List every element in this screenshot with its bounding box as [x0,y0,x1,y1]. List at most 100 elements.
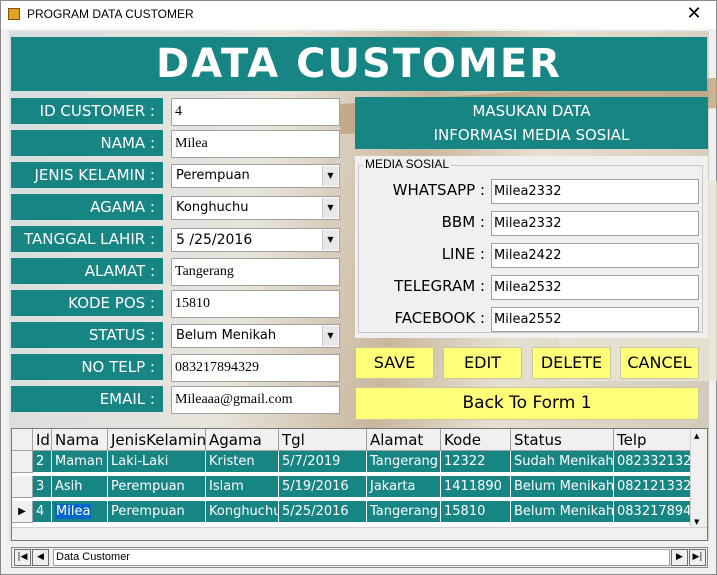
last-record-icon[interactable]: ▶| [689,549,706,566]
table-cell[interactable]: Jakarta [367,476,441,498]
alamat-input[interactable]: Tangerang [171,258,340,286]
column-header[interactable]: Kode [441,429,511,451]
table-cell[interactable]: Perempuan [108,501,206,523]
agama-value: Konghuchu [176,200,249,215]
table-cell[interactable]: 0821213321 [614,476,691,498]
tanggal-lahir-label: TANGGAL LAHIR : [11,226,163,252]
vertical-scrollbar[interactable]: ▲ ▼ [690,429,707,529]
table-cell[interactable]: 4 [33,501,52,523]
column-header[interactable]: Telp [614,429,691,451]
table-cell[interactable]: Asih [52,476,108,498]
selected-text[interactable]: Milea [55,504,92,519]
program-window: PROGRAM DATA CUSTOMER ✕ DATA CUSTOMER ID… [0,0,717,575]
save-button[interactable]: SAVE [355,347,434,379]
table-cell[interactable]: 5/7/2019 [279,451,367,473]
cancel-button[interactable]: CANCEL [620,347,699,379]
email-label: EMAIL : [11,386,163,412]
row-selector[interactable] [12,451,33,473]
line-input[interactable]: Milea2422 [491,243,699,268]
bbm-label: BBM : [441,213,485,231]
agama-select[interactable]: Konghuchu ▼ [171,196,340,220]
table-cell[interactable]: Tangerang [367,451,441,473]
email-input[interactable]: Mileaaa@gmail.com [171,386,340,414]
chevron-down-icon[interactable]: ▼ [322,198,338,218]
delete-button[interactable]: DELETE [532,347,611,379]
table-cell[interactable]: Belum Menikah [511,476,614,498]
chevron-down-icon[interactable]: ▼ [322,326,338,346]
table-cell[interactable]: 15810 [441,501,511,523]
table-cell[interactable]: 3 [33,476,52,498]
table-cell[interactable]: Laki-Laki [108,451,206,473]
edit-button[interactable]: EDIT [443,347,522,379]
no-telp-input[interactable]: 083217894329 [171,354,340,382]
table-cell[interactable]: Maman [52,451,108,473]
column-header[interactable]: Agama [206,429,279,451]
scroll-down-icon[interactable]: ▼ [694,518,699,526]
table-cell[interactable]: 083217894 [614,501,691,523]
table-cell[interactable]: Sudah Menikah [511,451,614,473]
status-select[interactable]: Belum Menikah ▼ [171,324,340,348]
close-icon[interactable]: ✕ [682,3,706,24]
table-cell-selected[interactable]: Milea [52,501,108,523]
horizontal-scrollbar[interactable] [12,527,707,540]
chevron-down-icon[interactable]: ▼ [322,230,338,250]
previous-record-icon[interactable]: ◀ [32,549,49,566]
status-label: STATUS : [11,322,163,348]
table-cell[interactable]: Belum Menikah [511,501,614,523]
table-cell[interactable]: 5/25/2016 [279,501,367,523]
table-cell[interactable]: Islam [206,476,279,498]
nama-input[interactable]: Milea [171,130,340,158]
telegram-input[interactable]: Milea2532 [491,275,699,300]
title-bar: PROGRAM DATA CUSTOMER ✕ [1,1,716,29]
no-telp-label: NO TELP : [11,354,163,380]
telegram-label: TELEGRAM : [394,277,485,295]
current-row-marker[interactable]: ▶ [12,501,33,523]
tanggal-lahir-value: 5 /25/2016 [176,232,253,248]
table-cell[interactable]: 5/19/2016 [279,476,367,498]
info-line-1: MASUKAN DATA [472,102,591,120]
kode-pos-input[interactable]: 15810 [171,290,340,318]
frame-legend: MEDIA SOSIAL [363,157,452,171]
column-header[interactable]: Nama [52,429,108,451]
data-navigator: |◀ ◀ Data Customer ▶ ▶| [11,547,708,568]
customer-data-grid[interactable]: Id Nama JenisKelamin Agama Tgl Alamat Ko… [11,428,708,541]
page-title: DATA CUSTOMER [11,37,707,91]
id-customer-input[interactable]: 4 [171,98,340,126]
status-value: Belum Menikah [176,328,277,343]
info-line-2: INFORMASI MEDIA SOSIAL [433,126,630,144]
kode-pos-label: KODE POS : [11,290,163,316]
app-icon [8,8,20,20]
next-record-icon[interactable]: ▶ [671,549,688,566]
table-cell[interactable]: Tangerang [367,501,441,523]
scroll-up-icon[interactable]: ▲ [694,432,699,440]
tanggal-lahir-picker[interactable]: 5 /25/2016 ▼ [171,228,340,252]
jenis-kelamin-select[interactable]: Perempuan ▼ [171,164,340,188]
column-header[interactable]: Tgl [279,429,367,451]
table-cell[interactable]: 0823321321 [614,451,691,473]
chevron-down-icon[interactable]: ▼ [322,166,338,186]
table-cell[interactable]: Perempuan [108,476,206,498]
bbm-input[interactable]: Milea2332 [491,211,699,236]
column-header[interactable]: Alamat [367,429,441,451]
facebook-label: FACEBOOK : [394,309,486,327]
id-customer-label: ID CUSTOMER : [11,98,163,124]
table-cell[interactable]: 12322 [441,451,511,473]
table-cell[interactable]: 1411890 [441,476,511,498]
agama-label: AGAMA : [11,194,163,220]
alamat-label: ALAMAT : [11,258,163,284]
row-selector[interactable] [12,476,33,498]
column-header[interactable]: Status [511,429,614,451]
back-to-form-1-button[interactable]: Back To Form 1 [355,387,699,420]
column-header[interactable]: JenisKelamin [108,429,206,451]
table-cell[interactable]: 2 [33,451,52,473]
jenis-kelamin-value: Perempuan [176,168,250,183]
table-cell[interactable]: Kristen [206,451,279,473]
facebook-input[interactable]: Milea2552 [491,307,699,332]
table-cell[interactable]: Konghuchu [206,501,279,523]
nama-label: NAMA : [11,130,163,156]
window-title: PROGRAM DATA CUSTOMER [27,7,194,21]
first-record-icon[interactable]: |◀ [14,549,31,566]
grid-corner [12,429,33,451]
column-header[interactable]: Id [33,429,52,451]
whatsapp-input[interactable]: Milea2332 [491,179,699,204]
